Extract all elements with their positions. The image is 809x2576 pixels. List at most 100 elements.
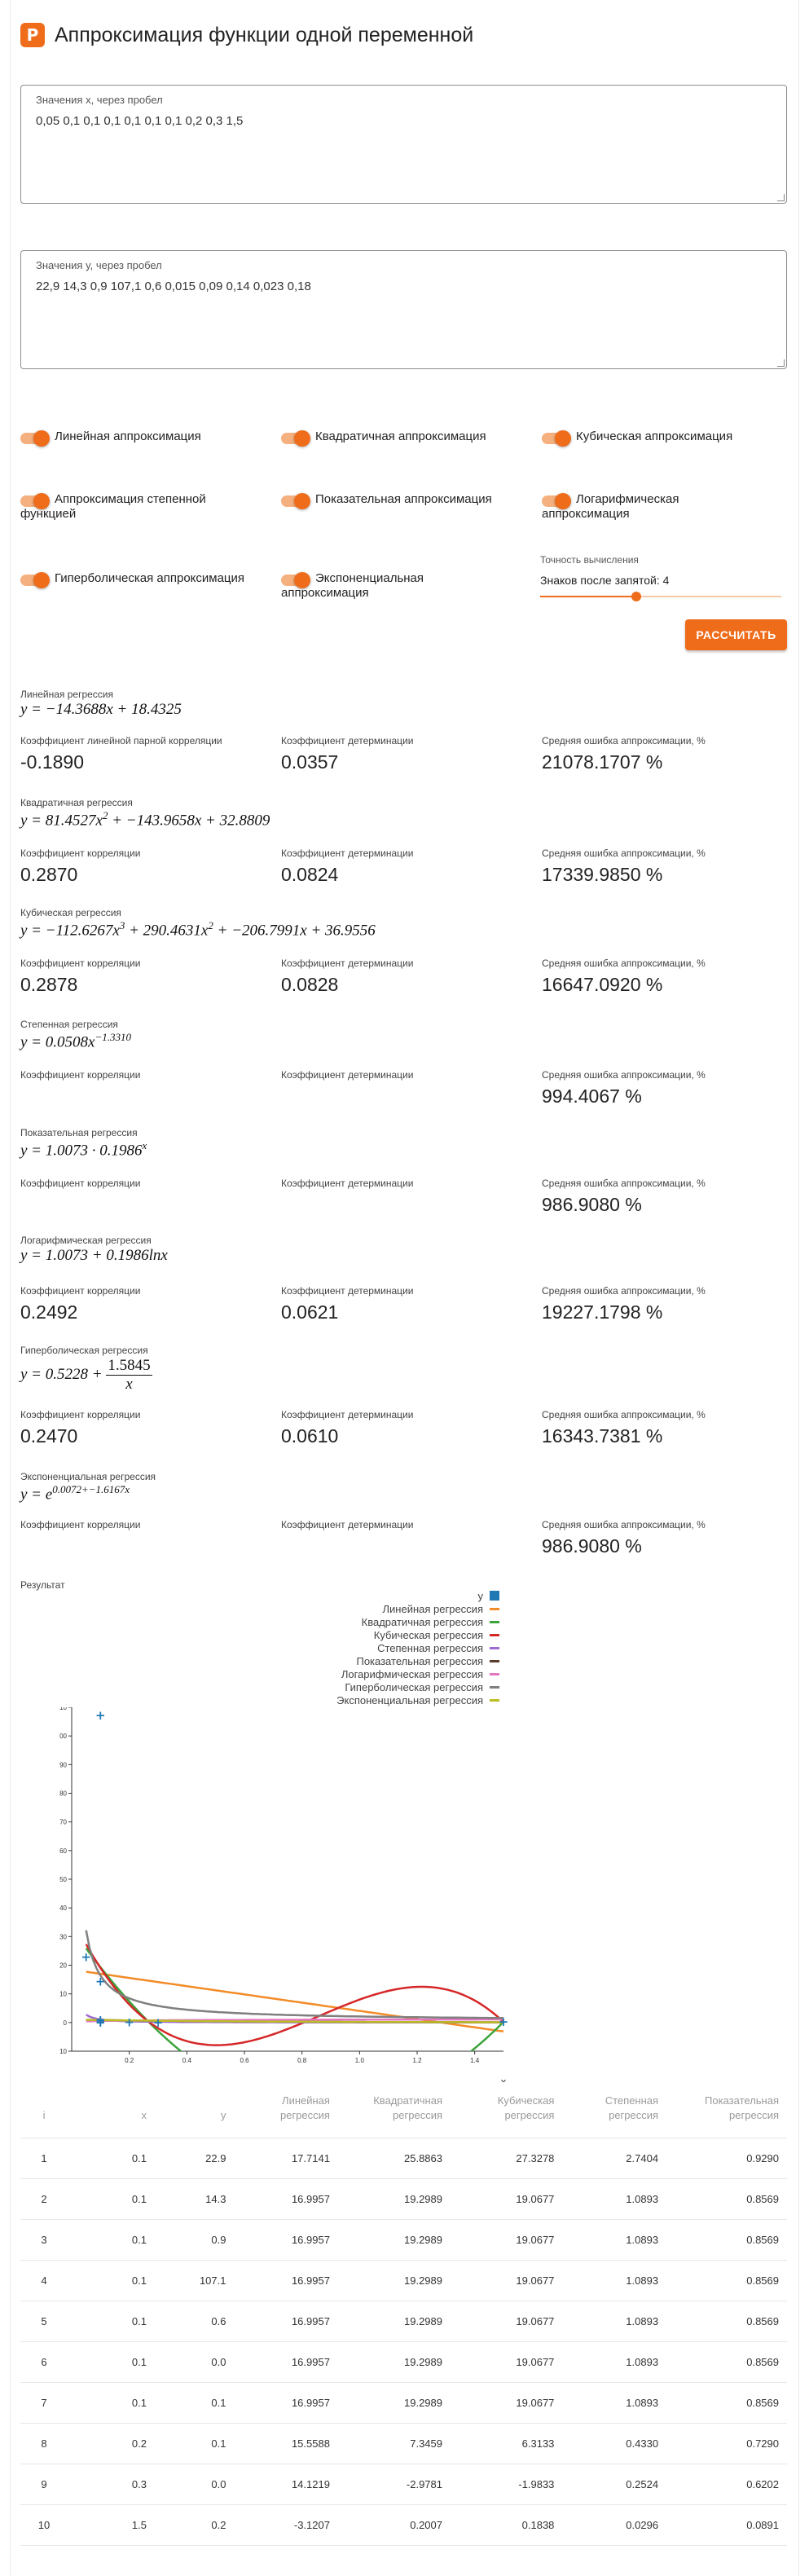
table-row: 9 0.3 0.0 14.1219 -2.9781 -1.9833 0.2524 0.6202 <box>20 2464 787 2505</box>
table-cell: 0.2 <box>76 2423 155 2464</box>
table-cell: 6 <box>20 2341 77 2383</box>
table-cell: 0.1 <box>76 2138 155 2179</box>
stat-label: Средняя ошибка аппроксимации, % <box>542 1069 706 1081</box>
table-cell: 0.1838 <box>451 2504 563 2546</box>
table-cell: 0.8569 <box>666 2382 787 2424</box>
y-values-text[interactable]: 22,9 14,3 0,9 107,1 0,6 0,015 0,09 0,14 … <box>36 280 772 293</box>
toggle-label: Квадратичная аппроксимация <box>315 429 486 443</box>
table-cell: 0.9 <box>154 2219 235 2261</box>
slider-thumb[interactable] <box>631 592 642 601</box>
toggle-exponential[interactable]: Экспоненциальная аппроксимация <box>281 571 444 601</box>
y-tick-label: 80 <box>59 1790 67 1798</box>
toggle-switch[interactable] <box>281 493 310 509</box>
toggle-exponential-base[interactable]: Показательная аппроксимация <box>281 492 525 509</box>
regression-title: Логарифмическая регрессия <box>20 1235 152 1246</box>
toggle-switch[interactable] <box>542 430 571 447</box>
table-cell: 107.1 <box>154 2260 235 2301</box>
x-tick-label: 0.8 <box>297 2057 307 2064</box>
legend-item: Экспоненциальная регрессия <box>320 1693 499 1706</box>
table-cell: 0.2 <box>154 2504 235 2546</box>
regression-formula: y = e0.0072+−1.6167x <box>20 1483 130 1504</box>
toggle-cubic[interactable]: Кубическая аппроксимация <box>542 429 786 447</box>
resize-handle-icon[interactable] <box>777 359 785 367</box>
stat-label: Средняя ошибка аппроксимации, % <box>542 958 706 969</box>
toggle-switch[interactable] <box>20 430 50 447</box>
approximation-chart: -10 0 10 20 30 40 50 60 70 80 90 100 110 0.2 0.4 0.6 0.8… <box>59 1707 508 2082</box>
y-tick-label: -10 <box>59 2048 68 2055</box>
regression-title: Квадратичная регрессия <box>20 797 133 808</box>
table-cell: 0.9290 <box>666 2138 787 2179</box>
app-header: P Аппроксимация функции одной переменной <box>20 23 473 47</box>
toggle-label: Кубическая аппроксимация <box>576 429 733 443</box>
legend-marker <box>490 1685 499 1689</box>
toggle-quadratic[interactable]: Квадратичная аппроксимация <box>281 429 525 447</box>
table-cell: 19.2989 <box>337 2178 451 2220</box>
table-cell: 8 <box>20 2423 77 2464</box>
x-tick-label: 1.4 <box>470 2057 480 2064</box>
table-header-cell: i <box>20 2090 77 2138</box>
stat-value: 0.0824 <box>281 864 339 885</box>
x-tick-label: 1.2 <box>412 2057 422 2064</box>
toggle-switch[interactable] <box>281 572 310 588</box>
table-cell: 16.9957 <box>234 2219 338 2261</box>
stat-value: 0.0828 <box>281 974 339 995</box>
x-tick-label: 0.2 <box>125 2057 134 2064</box>
table-cell: 0.2524 <box>562 2464 667 2505</box>
x-values-label: Значения x, через пробел <box>36 94 163 106</box>
stat-label: Средняя ошибка аппроксимации, % <box>542 1178 706 1189</box>
x-values-field[interactable]: Значения x, через пробел 0,05 0,1 0,1 0,… <box>20 85 787 204</box>
table-row: 3 0.1 0.9 16.9957 19.2989 19.0677 1.0893 0.8569 <box>20 2219 787 2261</box>
table-cell: 4 <box>20 2260 77 2301</box>
legend-marker <box>490 1607 499 1610</box>
stat-label: Коэффициент детерминации <box>281 1519 414 1530</box>
toggle-switch[interactable] <box>281 430 310 447</box>
legend-item: Гиперболическая регрессия <box>320 1680 499 1693</box>
y-values-field[interactable]: Значения y, через пробел 22,9 14,3 0,9 1… <box>20 250 787 369</box>
regression-title: Линейная регрессия <box>20 689 113 700</box>
stat-value: 0.2870 <box>20 864 78 885</box>
stat-value: 0.0621 <box>281 1301 339 1323</box>
table-cell: 3 <box>20 2219 77 2261</box>
legend-marker <box>490 1620 499 1623</box>
table-cell: 0.8569 <box>666 2301 787 2342</box>
y-tick-label: 60 <box>59 1847 67 1855</box>
app-logo-icon: P <box>20 23 45 47</box>
toggle-switch[interactable] <box>20 493 50 509</box>
toggle-logarithmic[interactable]: Логарифмическая аппроксимация <box>542 492 705 522</box>
table-cell: 17.7141 <box>234 2138 338 2179</box>
stat-label: Коэффициент детерминации <box>281 958 414 969</box>
precision-slider[interactable] <box>540 590 781 603</box>
toggle-linear[interactable]: Линейная аппроксимация <box>20 429 265 447</box>
table-header-cell: Линейная регрессия <box>234 2090 338 2138</box>
toggle-switch[interactable] <box>20 572 50 588</box>
regression-title: Экспоненциальная регрессия <box>20 1471 156 1482</box>
table-row: 2 0.1 14.3 16.9957 19.2989 19.0677 1.0893 0.856… <box>20 2178 787 2220</box>
stat-label: Средняя ошибка аппроксимации, % <box>542 1519 706 1530</box>
calculate-button[interactable]: РАССЧИТАТЬ <box>685 619 787 650</box>
page: P Аппроксимация функции одной переменной… <box>10 0 799 2576</box>
x-values-text[interactable]: 0,05 0,1 0,1 0,1 0,1 0,1 0,1 0,2 0,3 1,5 <box>36 114 772 128</box>
regression-formula: y = 0.0508x−1.3310 <box>20 1031 131 1051</box>
regression-formula: y = 1.0073 + 0.1986lnx <box>20 1247 168 1264</box>
regression-title: Кубическая регрессия <box>20 907 121 918</box>
y-tick-label: 90 <box>59 1761 67 1768</box>
stat-value: 16343.7381 % <box>542 1425 663 1447</box>
toggle-switch[interactable] <box>542 493 571 509</box>
table-header-cell: y <box>154 2090 235 2138</box>
toggle-hyperbolic[interactable]: Гиперболическая аппроксимация <box>20 571 273 588</box>
stat-label: Коэффициент корреляции <box>20 848 141 859</box>
stat-value: 986.9080 % <box>542 1535 642 1557</box>
table-cell: 16.9957 <box>234 2341 338 2383</box>
table-cell: 1.0893 <box>562 2260 667 2301</box>
stat-label: Коэффициент детерминации <box>281 1069 414 1081</box>
table-cell: 0.8569 <box>666 2260 787 2301</box>
stat-value: -0.1890 <box>20 751 85 773</box>
regression-exponential: Экспоненциальная регрессия y = e0.0072+−… <box>20 1471 787 1504</box>
legend-item: Степенная регрессия <box>320 1641 499 1654</box>
stat-label: Коэффициент корреляции <box>20 1409 141 1420</box>
table-row: 10 1.5 0.2 -3.1207 0.2007 0.1838 0.0296 0.0891 <box>20 2504 787 2546</box>
stat-label: Средняя ошибка аппроксимации, % <box>542 1409 706 1420</box>
resize-handle-icon[interactable] <box>777 194 785 201</box>
regression-formula: y = −14.3688x + 18.4325 <box>20 701 182 718</box>
toggle-power[interactable]: Аппроксимация степенной функцией <box>20 492 240 522</box>
